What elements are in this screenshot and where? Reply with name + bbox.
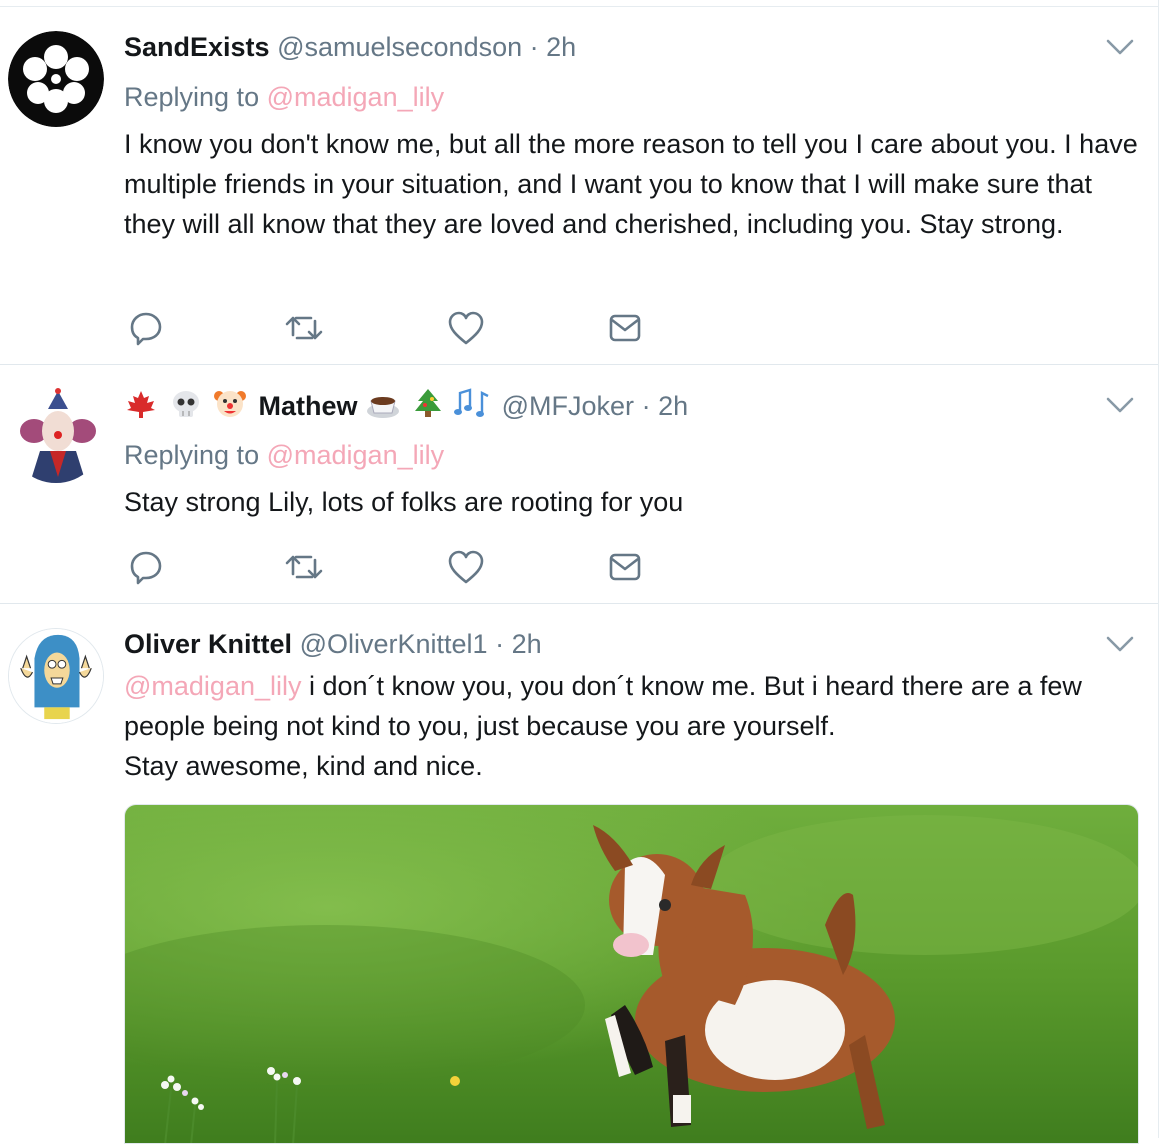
tweet-header: SandExists @samuelsecondson · 2h — [124, 31, 576, 63]
cartoon-character-avatar-image — [9, 629, 103, 723]
tweet-text: @madigan_lily i don´t know you, you don´… — [124, 666, 1139, 786]
message-icon[interactable] — [605, 308, 645, 348]
tweet[interactable]: Oliver Knittel @OliverKnittel1 · 2h @mad… — [0, 604, 1158, 1144]
christmas-tree-icon — [414, 389, 441, 417]
replying-prefix: Replying to — [124, 440, 260, 470]
clown-face-icon — [214, 391, 247, 417]
mention-link[interactable]: @madigan_lily — [267, 82, 445, 112]
display-name[interactable]: Mathew — [259, 391, 358, 421]
mention-link[interactable]: @madigan_lily — [267, 440, 445, 470]
tweet-actions — [124, 547, 664, 587]
user-handle[interactable]: @OliverKnittel1 — [300, 629, 488, 659]
replying-to: Replying to @madigan_lily — [124, 81, 444, 113]
tweet[interactable]: SandExists @samuelsecondson · 2h Replyin… — [0, 7, 1158, 365]
tweet-actions — [124, 308, 664, 348]
timestamp[interactable]: 2h — [512, 629, 542, 659]
avatar[interactable] — [8, 387, 104, 483]
mention-link[interactable]: @madigan_lily — [124, 671, 302, 701]
timeline-top-border — [0, 0, 1158, 7]
maple-leaf-icon — [127, 391, 155, 418]
tweet-text-closing: Stay awesome, kind and nice. — [124, 751, 483, 781]
user-handle[interactable]: @MFJoker — [502, 391, 634, 421]
chevron-down-icon[interactable] — [1104, 632, 1136, 656]
display-name[interactable]: Oliver Knittel — [124, 629, 292, 659]
avatar[interactable] — [8, 31, 104, 127]
avatar[interactable] — [8, 628, 104, 724]
retweet-icon[interactable] — [284, 547, 324, 587]
separator-dot: · — [641, 391, 651, 421]
replying-to: Replying to @madigan_lily — [124, 439, 444, 471]
tweet-text: I know you don't know me, but all the mo… — [124, 129, 1138, 239]
like-icon[interactable] — [446, 547, 486, 587]
musical-notes-icon — [454, 388, 489, 417]
tweet-text: Stay strong Lily, lots of folks are root… — [124, 487, 684, 517]
message-icon[interactable] — [605, 547, 645, 587]
tweet-header: Mathew @MFJoker · 2h — [124, 387, 688, 422]
user-handle[interactable]: @samuelsecondson — [277, 32, 522, 62]
tweet-header: Oliver Knittel @OliverKnittel1 · 2h — [124, 628, 542, 660]
reply-icon[interactable] — [126, 547, 166, 587]
display-name[interactable]: SandExists — [124, 32, 270, 62]
chevron-down-icon[interactable] — [1104, 35, 1136, 59]
tweet[interactable]: Mathew @MFJoker · 2h Replying to @madiga… — [0, 365, 1158, 604]
retweet-icon[interactable] — [284, 308, 324, 348]
separator-dot: · — [529, 32, 539, 62]
timeline-right-border — [1158, 0, 1159, 1138]
separator-dot: · — [495, 629, 505, 659]
reply-icon[interactable] — [126, 308, 166, 348]
timestamp[interactable]: 2h — [546, 32, 576, 62]
like-icon[interactable] — [446, 308, 486, 348]
replying-prefix: Replying to — [124, 82, 260, 112]
clown-avatar-image — [8, 387, 104, 483]
chevron-down-icon[interactable] — [1104, 393, 1136, 417]
goat-photo-image — [125, 805, 1138, 1143]
skull-icon — [172, 391, 199, 417]
hot-beverage-icon — [367, 397, 400, 418]
timestamp[interactable]: 2h — [658, 391, 688, 421]
film-reel-avatar-image — [8, 31, 104, 127]
attached-photo[interactable] — [124, 804, 1139, 1144]
